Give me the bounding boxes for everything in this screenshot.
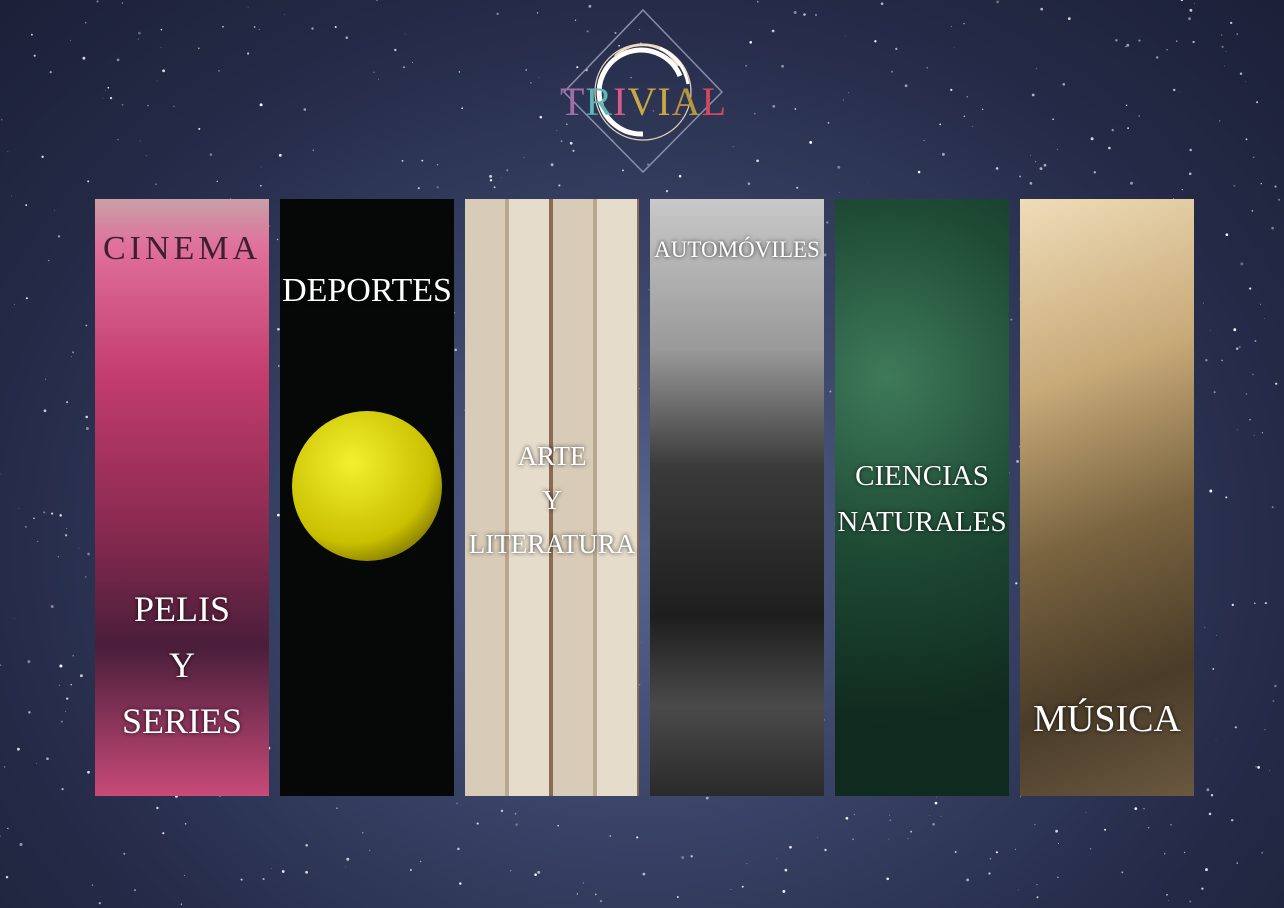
logo-letter: I — [657, 79, 672, 124]
logo-letter: I — [613, 79, 628, 124]
logo-letter: V — [627, 79, 658, 124]
logo-letter: R — [585, 79, 614, 124]
category-label: ARTE Y LITERATURA — [468, 441, 636, 559]
category-pelis-y-series[interactable]: CINEMA PELIS Y SERIES — [95, 199, 269, 796]
category-label: DEPORTES — [282, 272, 452, 309]
trivial-logo: TRIVIAL — [560, 6, 726, 174]
logo-letter: L — [701, 79, 727, 124]
category-automoviles[interactable]: AUTOMÓVILES — [650, 199, 824, 796]
category-label: PELIS Y SERIES — [121, 589, 243, 741]
category-label: CIENCIAS NATURALES — [837, 460, 1007, 538]
category-musica[interactable]: MÚSICA — [1020, 199, 1194, 796]
category-ciencias-naturales[interactable]: CIENCIAS NATURALES — [835, 199, 1009, 796]
category-arte-y-literatura[interactable]: ARTE Y LITERATURA — [465, 199, 639, 796]
category-deportes[interactable]: DEPORTES — [280, 199, 454, 796]
category-label: AUTOMÓVILES — [654, 237, 820, 262]
logo-wordmark: TRIVIAL — [560, 78, 726, 125]
category-label: MÚSICA — [1033, 698, 1181, 740]
logo-letter: A — [671, 79, 702, 124]
tennis-ball-image — [292, 411, 442, 561]
cinema-sign: CINEMA — [102, 230, 262, 267]
logo-letter: T — [560, 79, 586, 124]
